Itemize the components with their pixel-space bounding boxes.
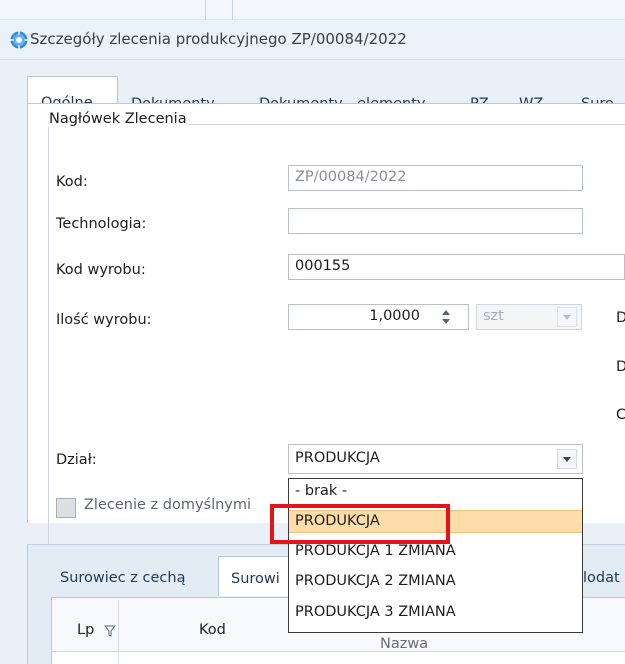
side-label-d2: D — [616, 359, 625, 375]
column-header-nazwa[interactable]: Nazwa — [380, 636, 428, 652]
default-order-checkbox[interactable] — [56, 498, 76, 518]
dropdown-option-produkcja-2-zmiana[interactable]: PRODUKCJA 2 ZMIANA — [289, 571, 582, 594]
group-title: Nagłówek Zlecenia — [47, 111, 189, 127]
technologia-field[interactable] — [288, 208, 583, 234]
strip-separator — [232, 0, 233, 20]
kod-label: Kod: — [56, 174, 88, 190]
unit-dropdown-button[interactable] — [557, 307, 577, 327]
dropdown-option-produkcja[interactable]: PRODUKCJA — [289, 510, 582, 533]
column-separator — [118, 600, 119, 664]
filter-icon[interactable] — [104, 625, 116, 637]
dzial-dropdown-button[interactable] — [557, 449, 577, 469]
option-label: PRODUKCJA — [295, 513, 380, 529]
option-label: PRODUKCJA 1 ZMIANA — [295, 543, 456, 559]
ilosc-wyrobu-label: Ilość wyrobu: — [56, 312, 152, 328]
tab-dodatkowe[interactable]: lodat — [583, 570, 620, 586]
chevron-down-icon — [563, 456, 571, 462]
tab-surowiec-z-cecha[interactable]: Surowiec z cechą — [60, 570, 185, 586]
window-title: Szczegóły zlecenia produkcyjnego ZP/0008… — [30, 30, 407, 48]
app-gear-icon — [10, 31, 28, 49]
kod-wyrobu-field[interactable]: 000155 — [288, 254, 625, 280]
option-label: - brak - — [295, 483, 348, 499]
dropdown-option-brak[interactable]: - brak - — [289, 481, 582, 504]
strip-separator — [205, 0, 206, 20]
dropdown-option-produkcja-1-zmiana[interactable]: PRODUKCJA 1 ZMIANA — [289, 541, 582, 564]
column-header-kod[interactable]: Kod — [199, 622, 226, 638]
side-label-c: C — [616, 407, 625, 423]
option-label: PRODUKCJA 3 ZMIANA — [295, 604, 456, 620]
dzial-dropdown-list: - brak - PRODUKCJA PRODUKCJA 1 ZMIANA PR… — [288, 478, 583, 633]
dropdown-option-produkcja-3-zmiana[interactable]: PRODUKCJA 3 ZMIANA — [289, 602, 582, 625]
tab-label: Surowi — [231, 571, 280, 587]
kod-field[interactable]: ZP/00084/2022 — [288, 165, 583, 191]
unit-value: szt — [483, 308, 504, 324]
dzial-label: Dział: — [56, 452, 97, 468]
title-bar: Szczegóły zlecenia produkcyjnego ZP/0008… — [0, 20, 625, 60]
background-strip — [0, 0, 625, 20]
chevron-down-icon — [563, 314, 571, 320]
dzial-combobox[interactable]: PRODUKCJA — [288, 444, 583, 474]
technologia-label: Technologia: — [56, 216, 147, 232]
option-label: PRODUKCJA 2 ZMIANA — [295, 573, 456, 589]
default-order-checkbox-label: Zlecenie z domyślnymi — [84, 497, 252, 513]
column-header-lp[interactable]: Lp — [77, 622, 94, 638]
side-label-d1: D — [616, 310, 625, 326]
quantity-spin-icon[interactable] — [438, 305, 454, 329]
kod-wyrobu-label: Kod wyrobu: — [56, 262, 146, 278]
tab-surowiec[interactable]: Surowi — [218, 556, 298, 596]
